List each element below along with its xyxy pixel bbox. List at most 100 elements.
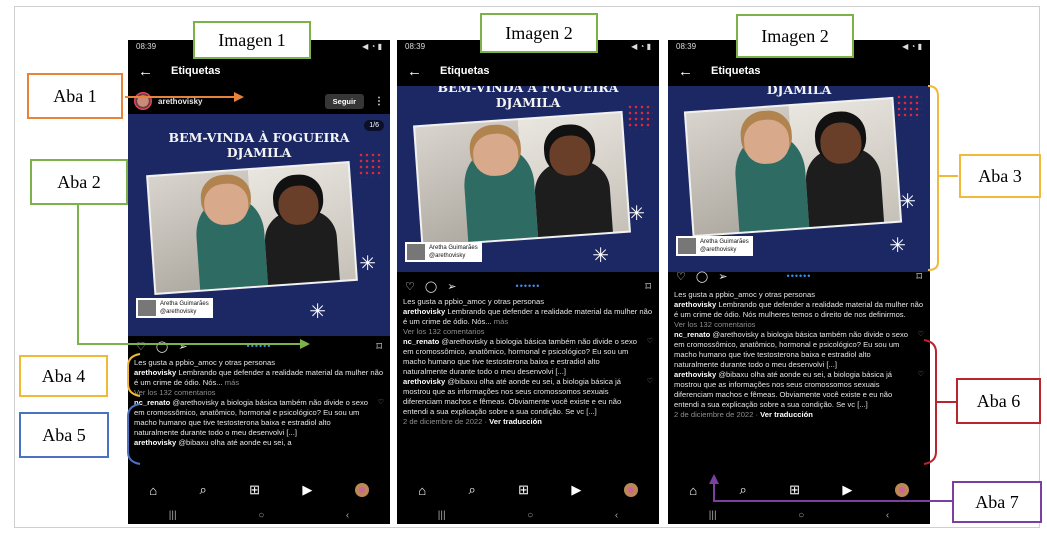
more-link[interactable]: más xyxy=(494,317,508,326)
bottom-nav: ⌂ ⌕ ⊞ ▶ xyxy=(668,478,930,502)
home-button-icon[interactable]: ○ xyxy=(798,510,804,521)
create-icon[interactable]: ⊞ xyxy=(789,482,800,498)
send-icon[interactable]: ➢ xyxy=(447,280,456,293)
post-username[interactable]: arethovisky xyxy=(158,97,202,106)
send-icon[interactable]: ➢ xyxy=(178,340,187,353)
comment-icon[interactable]: ◯ xyxy=(696,270,708,283)
back-button-icon[interactable]: ‹ xyxy=(615,510,618,521)
comment-like-icon[interactable]: ♡ xyxy=(914,330,924,370)
bookmark-icon[interactable]: ⌑ xyxy=(645,280,651,293)
comment-username[interactable]: nc_renato xyxy=(674,330,710,339)
profile-avatar[interactable] xyxy=(894,483,909,497)
more-link[interactable]: más xyxy=(225,378,239,387)
status-icons: ◀ ◔ ▮ xyxy=(631,42,651,51)
home-button-icon[interactable]: ○ xyxy=(527,510,533,521)
label-aba-3: Aba 3 xyxy=(959,154,1041,198)
comment-like-icon[interactable]: ♡ xyxy=(914,370,924,410)
post-image[interactable]: DJAMILA ✳ ✳ Aretha Guimarães @arethovisk… xyxy=(668,86,930,272)
create-icon[interactable]: ⊞ xyxy=(518,482,529,498)
post-image[interactable]: 1/6 BEM-VINDA À FOGUEIRA DJAMILA ✳ ✳ Are… xyxy=(128,114,390,336)
caption-username[interactable]: arethovisky xyxy=(403,307,445,316)
send-icon[interactable]: ➢ xyxy=(718,270,727,283)
view-comments-link[interactable]: Ver los 132 comentarios xyxy=(674,320,924,330)
comment-username[interactable]: arethovisky xyxy=(674,370,716,379)
label-imagen-2b: Imagen 2 xyxy=(736,14,854,58)
back-button-icon[interactable]: ‹ xyxy=(886,510,889,521)
label-aba-1: Aba 1 xyxy=(27,73,123,119)
comment-like-icon[interactable]: ♡ xyxy=(643,377,653,417)
photo-collage xyxy=(685,98,901,236)
home-icon[interactable]: ⌂ xyxy=(689,483,697,498)
comment-like-icon[interactable]: ♡ xyxy=(374,398,384,438)
back-arrow-icon[interactable]: ← xyxy=(407,63,422,80)
post-image[interactable]: BEM-VINDA À FOGUEIRA DJAMILA ✳ ✳ Aretha … xyxy=(397,86,659,272)
bottom-nav: ⌂ ⌕ ⊞ ▶ xyxy=(128,478,390,502)
caption-username[interactable]: arethovisky xyxy=(134,368,176,377)
follow-button[interactable]: Seguir xyxy=(324,93,364,109)
photo-collage xyxy=(148,163,356,293)
comment-like-icon[interactable]: ♡ xyxy=(643,337,653,377)
credit-name: Aretha Guimarães xyxy=(160,301,209,307)
profile-avatar[interactable] xyxy=(354,483,369,497)
home-icon[interactable]: ⌂ xyxy=(418,483,426,498)
bookmark-icon[interactable]: ⌑ xyxy=(376,340,382,353)
back-arrow-icon[interactable]: ← xyxy=(678,63,693,80)
carousel-dots: •••••• xyxy=(786,271,812,281)
label-aba-6: Aba 6 xyxy=(956,378,1041,424)
headline-line-2: DJAMILA xyxy=(766,86,832,97)
likes-text[interactable]: Les gusta a ppbio_amoc y otras personas xyxy=(403,297,653,307)
recents-icon[interactable]: ||| xyxy=(709,510,717,521)
back-button-icon[interactable]: ‹ xyxy=(346,510,349,521)
home-button-icon[interactable]: ○ xyxy=(258,510,264,521)
page-title: Etiquetas xyxy=(440,65,490,77)
status-time: 08:39 xyxy=(405,42,426,51)
create-icon[interactable]: ⊞ xyxy=(249,482,260,498)
reels-icon[interactable]: ▶ xyxy=(842,482,852,498)
post-actions: ♡ ◯ ➢ •••••• ⌑ xyxy=(128,338,390,354)
comment-text: @arethovisky a biologia básica também nã… xyxy=(674,330,908,369)
comment-item: arethovisky @bibaxu olha até aonde eu se… xyxy=(674,370,924,410)
label-imagen-2a: Imagen 2 xyxy=(480,13,598,53)
comment-username[interactable]: arethovisky xyxy=(134,438,176,447)
star-icon: ✳ xyxy=(309,301,326,323)
view-comments-link[interactable]: Ver los 132 comentarios xyxy=(134,388,384,398)
heart-icon[interactable]: ♡ xyxy=(676,270,686,283)
bookmark-icon[interactable]: ⌑ xyxy=(916,270,922,283)
post-date: 2 de diciembre de 2022 xyxy=(403,417,483,426)
caption-username[interactable]: arethovisky xyxy=(674,300,716,309)
likes-text[interactable]: Les gusta a ppbio_amoc y otras personas xyxy=(134,358,384,368)
post-actions: ♡ ◯ ➢ •••••• ⌑ xyxy=(668,268,930,284)
comment-text: @bibaxu olha até aonde eu sei, a xyxy=(178,438,292,447)
recents-icon[interactable]: ||| xyxy=(169,510,177,521)
carousel-dots: •••••• xyxy=(515,281,541,291)
post-date: 2 de diciembre de 2022 xyxy=(674,410,754,419)
comment-text: @arethovisky a biologia básica também nã… xyxy=(134,398,368,437)
search-icon[interactable]: ⌕ xyxy=(468,482,475,498)
reels-icon[interactable]: ▶ xyxy=(302,482,312,498)
more-options-icon[interactable]: ⋮ xyxy=(374,96,384,107)
decor-dots xyxy=(896,94,922,120)
comment-username[interactable]: nc_renato xyxy=(134,398,170,407)
back-arrow-icon[interactable]: ← xyxy=(138,63,153,80)
comment-username[interactable]: nc_renato xyxy=(403,337,439,346)
post-headline: BEM-VINDA À FOGUEIRA DJAMILA xyxy=(397,86,659,110)
profile-avatar[interactable] xyxy=(623,483,638,497)
avatar[interactable] xyxy=(134,92,152,110)
recents-icon[interactable]: ||| xyxy=(438,510,446,521)
home-icon[interactable]: ⌂ xyxy=(149,483,157,498)
search-icon[interactable]: ⌕ xyxy=(739,482,746,498)
heart-icon[interactable]: ♡ xyxy=(136,340,146,353)
view-comments-link[interactable]: Ver los 132 comentarios xyxy=(403,327,653,337)
status-icons: ◀ ◔ ▮ xyxy=(362,42,382,51)
search-icon[interactable]: ⌕ xyxy=(199,482,206,498)
phone-screen-2: 08:39 ◀ ◔ ▮ ← Etiquetas BEM-VINDA À FOGU… xyxy=(397,40,659,524)
comment-icon[interactable]: ◯ xyxy=(425,280,437,293)
likes-text[interactable]: Les gusta a ppbio_amoc y otras personas xyxy=(674,290,924,300)
star-icon: ✳ xyxy=(899,191,916,213)
translate-link[interactable]: Ver traducción xyxy=(489,417,542,426)
reels-icon[interactable]: ▶ xyxy=(571,482,581,498)
comment-username[interactable]: arethovisky xyxy=(403,377,445,386)
comment-icon[interactable]: ◯ xyxy=(156,340,168,353)
heart-icon[interactable]: ♡ xyxy=(405,280,415,293)
translate-link[interactable]: Ver traducción xyxy=(760,410,813,419)
